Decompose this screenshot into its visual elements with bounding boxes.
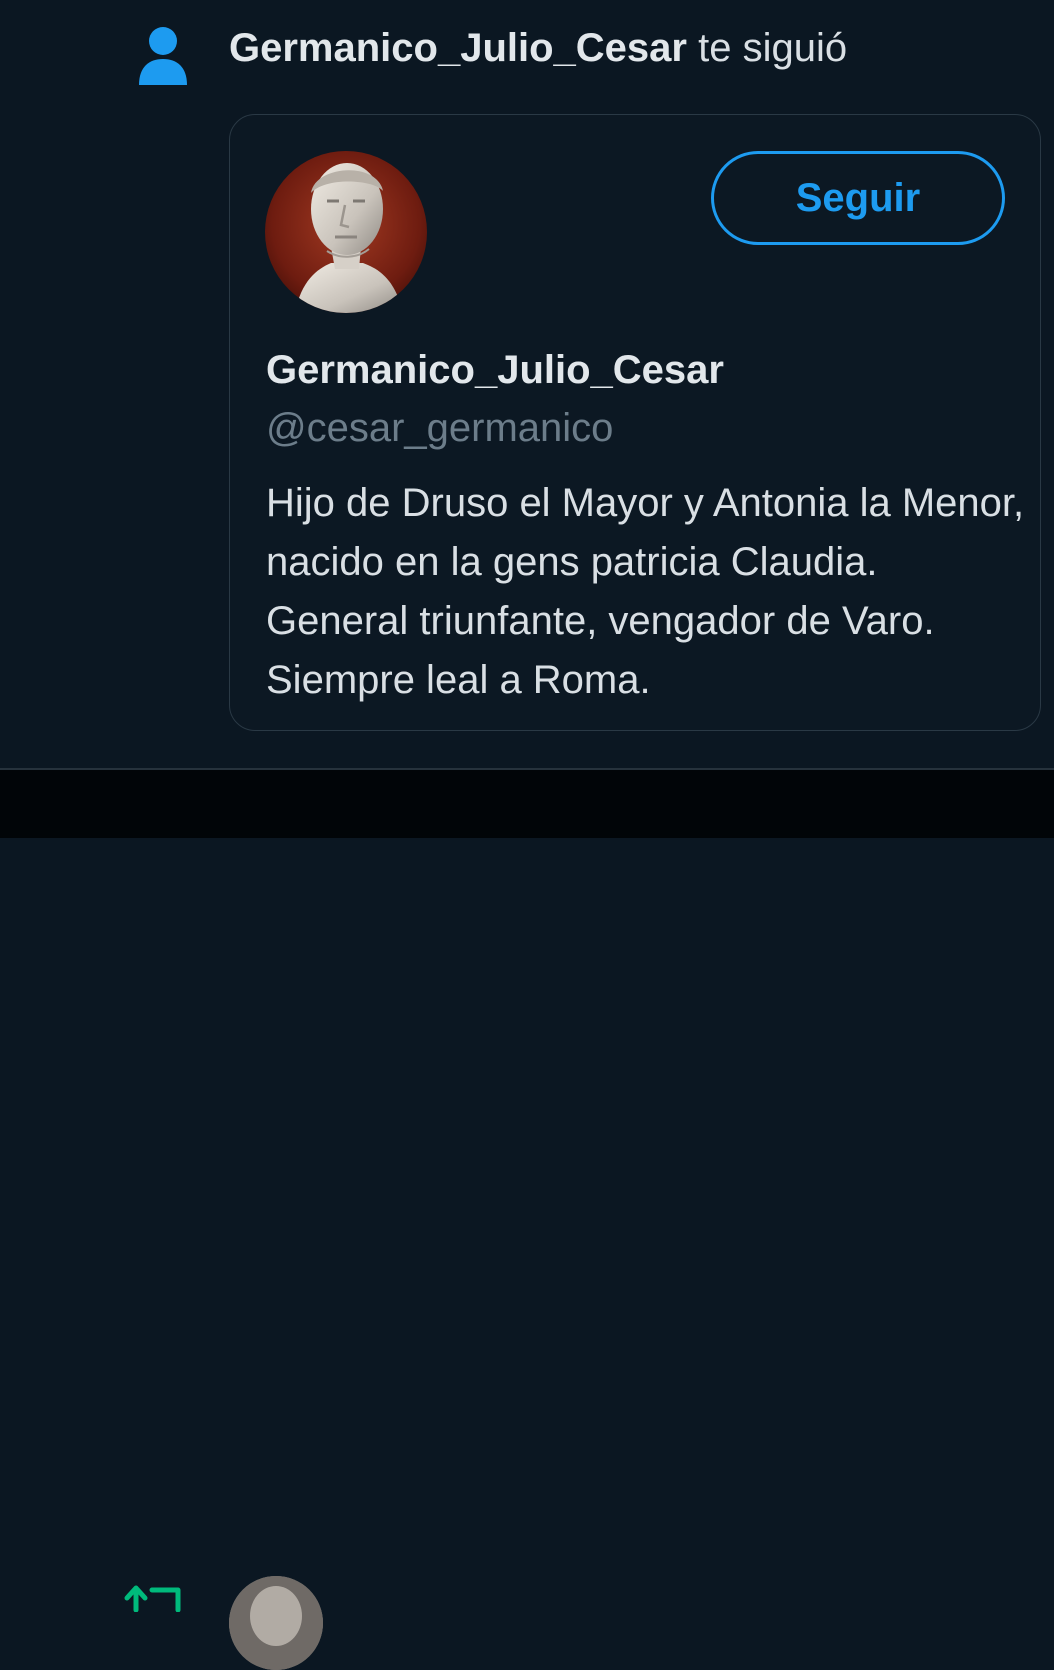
avatar[interactable] xyxy=(265,151,427,313)
profile-handle: @cesar_germanico xyxy=(266,406,614,450)
avatar[interactable] xyxy=(229,1576,323,1670)
next-notification[interactable] xyxy=(0,770,1054,1670)
bust-avatar-image xyxy=(265,151,427,313)
follow-notification[interactable]: Germanico_Julio_Cesar te siguió Seguir G… xyxy=(0,0,1054,768)
avatar-image xyxy=(229,1576,323,1670)
notification-text: Germanico_Julio_Cesar te siguió xyxy=(229,24,847,72)
follow-button[interactable]: Seguir xyxy=(711,151,1005,245)
person-icon xyxy=(139,27,187,85)
profile-display-name[interactable]: Germanico_Julio_Cesar xyxy=(266,346,724,394)
profile-bio: Hijo de Druso el Mayor y Antonia la Meno… xyxy=(266,481,1025,702)
notification-action: te siguió xyxy=(698,26,848,70)
retweet-icon xyxy=(124,1585,181,1612)
notification-username[interactable]: Germanico_Julio_Cesar xyxy=(229,26,687,70)
